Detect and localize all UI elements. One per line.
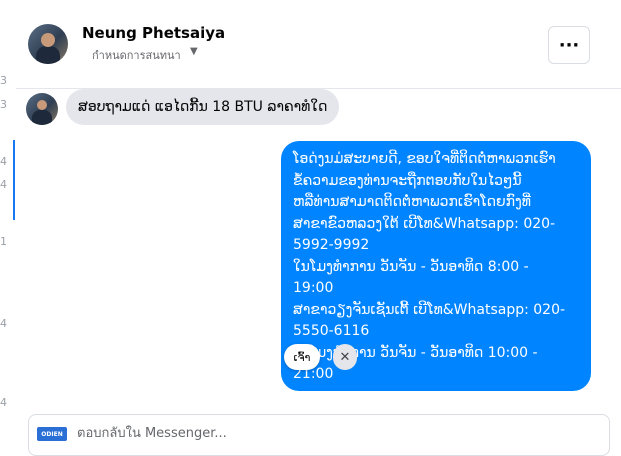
caret-down-icon[interactable]: ▼ (190, 46, 198, 57)
strip-mark: 4 (0, 396, 7, 409)
strip-mark: 3 (0, 74, 7, 87)
message-line: ໃນໂມງທໍາການ ວັນຈັນ - ວັນອາທິດ 8:00 - (293, 258, 529, 275)
avatar[interactable] (28, 24, 68, 64)
left-strip: 3 3 4 4 1 4 4 (0, 0, 16, 447)
message-line: ຂໍ້ຄວາມຂອງທ່ານຈະຖືກຕອບກັບໃນໄວໆນີ້ (293, 172, 522, 189)
strip-mark: 4 (0, 155, 7, 168)
conversation-label[interactable]: กำหนดการสนทนา (92, 46, 181, 64)
strip-mark: 4 (0, 178, 7, 191)
message-line: 5550-6116 (293, 323, 370, 339)
message-line: ຫລືທ່ານສາມາດຕິດຕໍ່ຫາພວກເຮົາໂດຍກົງທີ່ (293, 194, 531, 210)
message-line: 21:00 (293, 366, 334, 382)
sender-avatar (26, 93, 58, 125)
contact-name[interactable]: Neung Phetsaiya (82, 24, 225, 42)
more-options-button[interactable]: ··· (548, 26, 590, 64)
strip-active-indicator (13, 140, 15, 220)
message-line: 5992-9992 (293, 237, 370, 253)
reply-input[interactable] (75, 425, 579, 442)
conversation-header: Neung Phetsaiya กำหนดการสนทนา ▼ ··· (16, 0, 621, 88)
quick-reply-button[interactable]: ເຈົ້າ (284, 344, 320, 370)
strip-mark: 3 (0, 98, 7, 111)
reply-composer: ODIEN (28, 414, 610, 456)
message-line: ໂອດ່ງນມ່ສະບາຍດີ, ຂອບໃຈທີ່ຕິດຕໍ່ຫາພວກເຮົາ (293, 151, 556, 167)
message-line: ສາຂາຂົວຫລວງໃຕ້ ເບີໂທ&Whatsapp: 020- (293, 215, 556, 232)
incoming-message: ສອບຖາມແດ່ ແອໄດກີ້ນ 18 BTU ລາຄາທໍໃດ (66, 89, 340, 125)
message-line: ສາຂາວຽງຈັນເຊັນເຕີ້ ເບີໂທ&Whatsapp: 020- (293, 301, 566, 318)
close-icon[interactable]: ✕ (333, 344, 357, 370)
message-line: 19:00 (293, 280, 334, 296)
strip-mark: 1 (0, 235, 7, 248)
strip-mark: 4 (0, 317, 7, 330)
outgoing-message: ໂອດ່ງນມ່ສະບາຍດີ, ຂອບໃຈທີ່ຕິດຕໍ່ຫາພວກເຮົາ… (281, 141, 591, 391)
page-logo-icon: ODIEN (37, 427, 67, 441)
